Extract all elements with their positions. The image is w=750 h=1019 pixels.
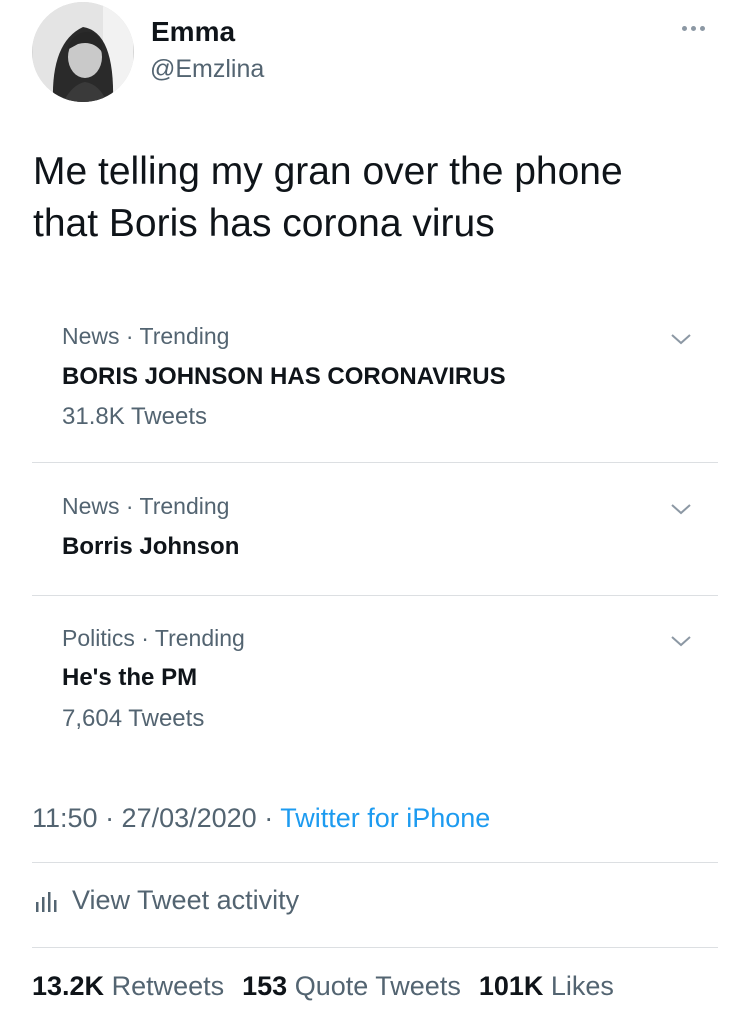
trend-card[interactable]: Politics · Trending He's the PM 7,604 Tw… (32, 610, 718, 770)
tweet-timestamp: 11:50 · 27/03/2020 · Twitter for iPhone (32, 803, 490, 834)
trend-title: BORIS JOHNSON HAS CORONAVIRUS (62, 363, 506, 390)
avatar-image (33, 2, 133, 102)
trend-meta: News · Trending (62, 323, 230, 349)
source-link[interactable]: Twitter for iPhone (280, 803, 490, 833)
tweet-stats: 13.2K Retweets 153 Quote Tweets 101K Lik… (32, 971, 632, 1002)
trend-meta: News · Trending (62, 493, 230, 519)
tweet-text: Me telling my gran over the phone that B… (33, 150, 623, 245)
trend-title: He's the PM (62, 664, 198, 691)
author-handle[interactable]: @Emzlina (150, 55, 264, 84)
trend-title: Borris Johnson (62, 533, 240, 560)
quote-tweets-stat[interactable]: 153 Quote Tweets (242, 971, 461, 1002)
activity-label: View Tweet activity (72, 885, 300, 915)
trend-card[interactable]: News · Trending BORIS JOHNSON HAS CORONA… (32, 308, 718, 463)
author-display-name[interactable]: Emma (151, 16, 235, 48)
trend-meta: Politics · Trending (62, 625, 245, 651)
trend-card[interactable]: News · Trending Borris Johnson (32, 478, 718, 593)
view-tweet-activity-button[interactable]: View Tweet activity (34, 885, 299, 916)
chevron-down-icon[interactable] (670, 332, 692, 346)
retweets-stat[interactable]: 13.2K Retweets (32, 971, 224, 1002)
trend-count: 7,604 Tweets (62, 705, 205, 732)
timestamp-text[interactable]: 11:50 · 27/03/2020 · (32, 803, 280, 833)
quote-tweets-count: 153 (242, 971, 288, 1001)
trend-divider (32, 595, 718, 596)
quote-tweets-label: Quote Tweets (294, 971, 461, 1001)
likes-count: 101K (478, 971, 544, 1001)
likes-stat[interactable]: 101K Likes (479, 971, 614, 1002)
stats-divider (32, 947, 718, 948)
bar-chart-icon (36, 891, 57, 912)
more-horizontal-icon[interactable] (682, 22, 714, 34)
footer-divider (32, 862, 718, 863)
trend-count: 31.8K Tweets (62, 403, 207, 430)
avatar[interactable] (32, 2, 134, 102)
retweets-count: 13.2K (32, 971, 105, 1001)
chevron-down-icon[interactable] (670, 502, 692, 516)
likes-label: Likes (550, 971, 614, 1001)
retweets-label: Retweets (111, 971, 225, 1001)
chevron-down-icon[interactable] (670, 634, 692, 648)
trend-divider (32, 462, 718, 463)
